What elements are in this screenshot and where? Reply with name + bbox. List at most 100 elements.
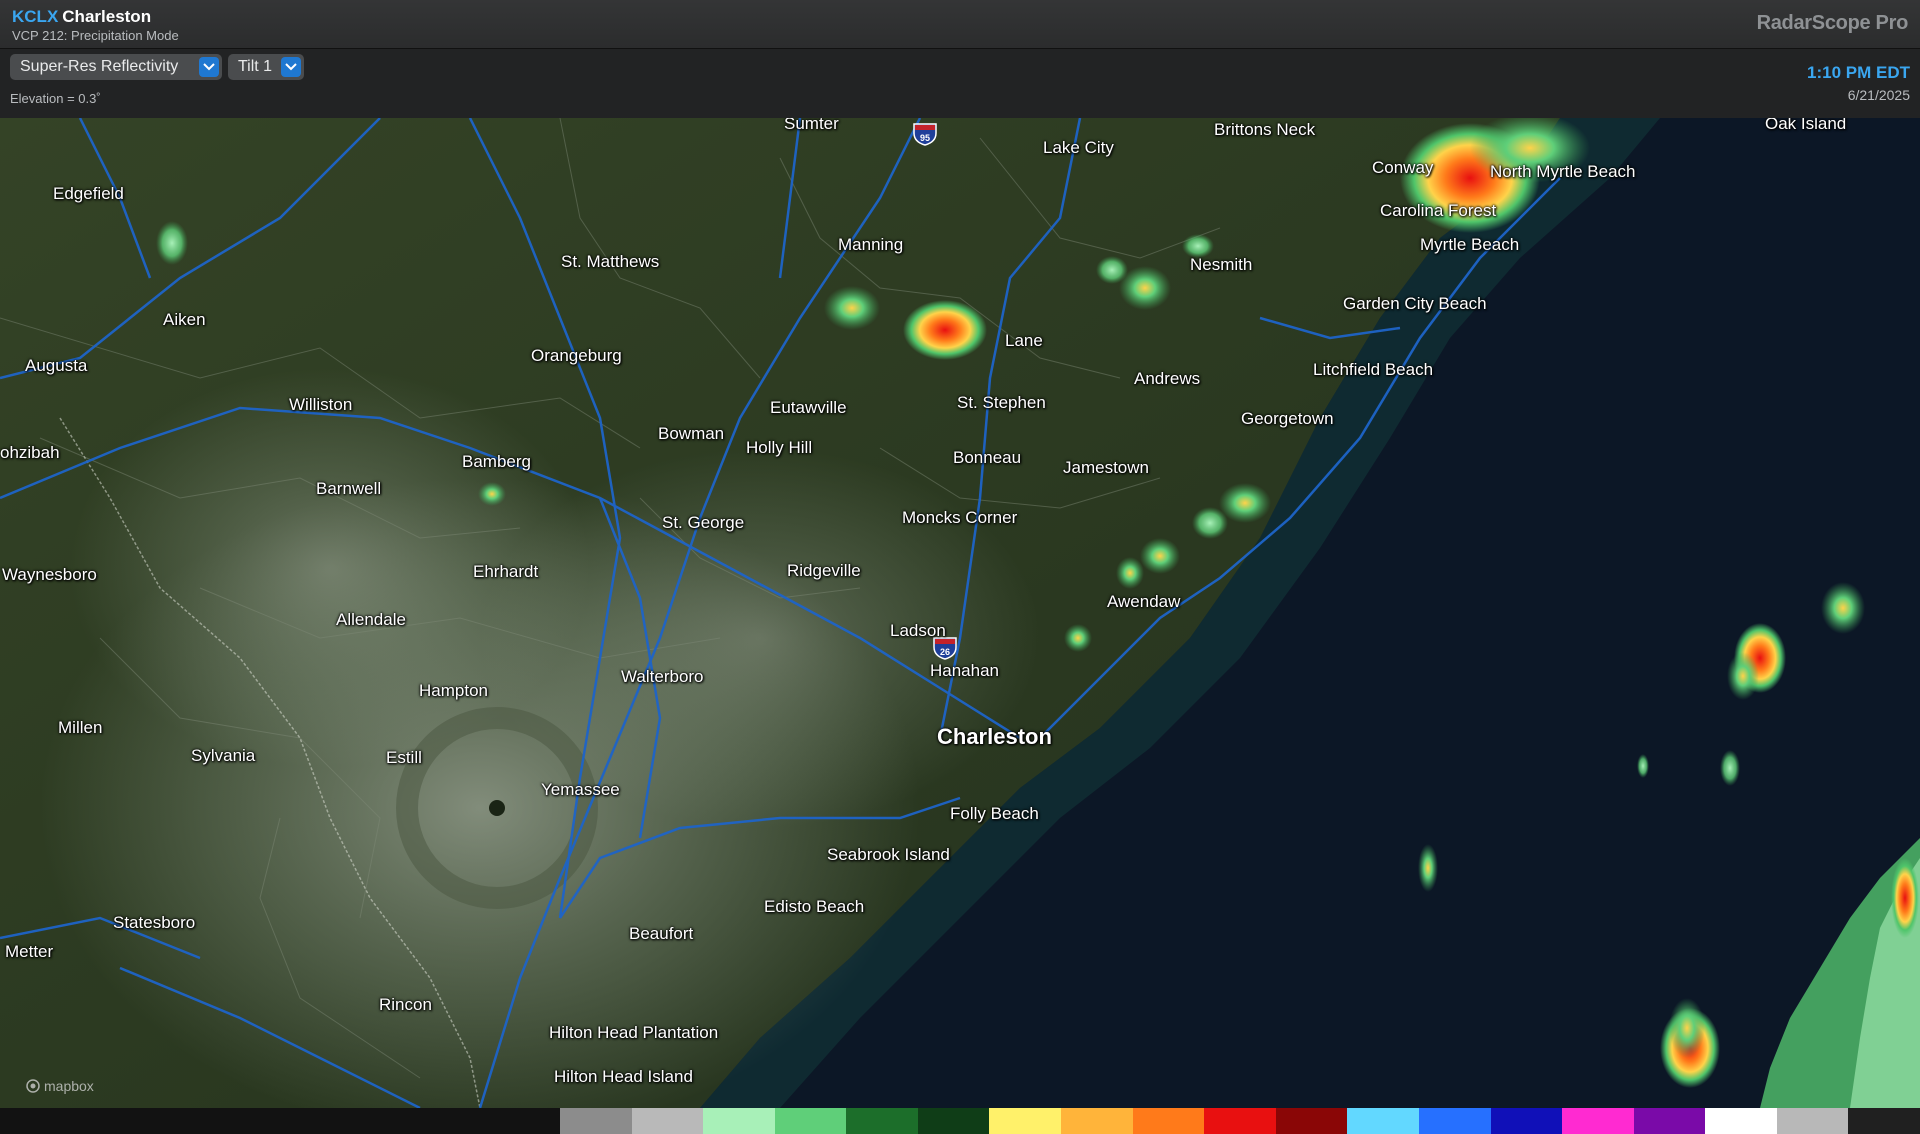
place-label-hanahan: Hanahan	[930, 661, 1000, 680]
vcp-mode: VCP 212: Precipitation Mode	[12, 28, 179, 43]
legend-swatch	[989, 1108, 1062, 1134]
toolbar: Super-Res Reflectivity Tilt 1 Elevation …	[0, 49, 1920, 118]
legend-swatch	[1490, 1108, 1563, 1134]
place-label-edisto-beach: Edisto Beach	[764, 897, 865, 916]
place-label-orangeburg: Orangeburg	[531, 346, 622, 365]
place-label-bonneau: Bonneau	[953, 448, 1022, 467]
legend-swatch	[1132, 1108, 1205, 1134]
mapbox-attribution[interactable]: mapbox	[26, 1078, 94, 1094]
interstate-shield-95: 95	[912, 122, 938, 146]
place-label-myrtle-beach: Myrtle Beach	[1420, 235, 1520, 254]
chevron-down-icon	[281, 57, 301, 77]
legend-blank	[0, 1108, 560, 1134]
place-label-estill: Estill	[386, 748, 422, 767]
tilt-dropdown[interactable]: Tilt 1	[228, 54, 304, 80]
station-selector[interactable]: KCLX Charleston	[12, 7, 151, 27]
place-label-lane: Lane	[1005, 331, 1043, 350]
place-label-edgefield: Edgefield	[53, 184, 124, 203]
tilt-label: Tilt 1	[238, 58, 273, 75]
place-label-litchfield-beach: Litchfield Beach	[1313, 360, 1434, 379]
scan-date: 6/21/2025	[1847, 87, 1910, 103]
place-label-folly-beach: Folly Beach	[950, 804, 1039, 823]
place-label-rincon: Rincon	[379, 995, 432, 1014]
place-label-brittons-neck: Brittons Neck	[1214, 120, 1316, 139]
place-label-eutawville: Eutawville	[770, 398, 847, 417]
place-label-seabrook-island: Seabrook Island	[827, 845, 950, 864]
legend-swatch	[1848, 1108, 1920, 1134]
radar-map[interactable]: 95 26 Sumter Lake City Brittons Neck Oak Is…	[0, 118, 1920, 1108]
place-label-garden-city-beach: Garden City Beach	[1343, 294, 1487, 313]
place-label-conway: Conway	[1372, 158, 1434, 177]
place-label-millen: Millen	[58, 718, 103, 737]
elevation-readout: Elevation = 0.3˚	[10, 91, 101, 106]
place-label-hilton-head-island: Hilton Head Island	[554, 1067, 693, 1086]
place-label-oak-island: Oak Island	[1765, 118, 1847, 133]
chevron-down-icon	[199, 57, 219, 77]
place-label-waynesboro: Waynesboro	[2, 565, 97, 584]
place-label-statesboro: Statesboro	[113, 913, 196, 932]
svg-text:95: 95	[920, 133, 930, 143]
place-label-aiken: Aiken	[163, 310, 206, 329]
legend-swatch	[631, 1108, 704, 1134]
place-label-beaufort: Beaufort	[629, 924, 694, 943]
place-label-ridgeville: Ridgeville	[787, 561, 861, 580]
place-label-hilton-head-plantation: Hilton Head Plantation	[549, 1023, 719, 1042]
mapbox-logo-icon	[26, 1079, 40, 1093]
place-label-lake-city: Lake City	[1043, 138, 1114, 157]
legend-swatch	[1204, 1108, 1276, 1134]
legend-swatch	[560, 1108, 632, 1134]
place-label-georgetown: Georgetown	[1241, 409, 1334, 428]
place-label-north-myrtle-beach: North Myrtle Beach	[1490, 162, 1636, 181]
legend-swatch	[1418, 1108, 1491, 1134]
place-label-jamestown: Jamestown	[1063, 458, 1149, 477]
product-dropdown[interactable]: Super-Res Reflectivity	[10, 54, 222, 80]
legend-swatch	[1705, 1108, 1777, 1134]
legend-swatch	[1347, 1108, 1419, 1134]
place-label-carolina-forest: Carolina Forest	[1380, 201, 1497, 220]
place-label-walterboro: Walterboro	[621, 667, 704, 686]
place-label-charleston: Charleston	[937, 724, 1052, 749]
legend-swatch	[846, 1108, 918, 1134]
legend-swatch	[1562, 1108, 1634, 1134]
place-label-barnwell: Barnwell	[316, 479, 382, 498]
mapbox-text: mapbox	[44, 1078, 94, 1094]
place-label-awendaw: Awendaw	[1107, 592, 1181, 611]
place-label-st-george: St. George	[662, 513, 745, 532]
place-label-metter: Metter	[5, 942, 54, 961]
place-label-williston: Williston	[289, 395, 353, 414]
place-label-bowman: Bowman	[658, 424, 725, 443]
place-label-hampton: Hampton	[419, 681, 488, 700]
title-bar: KCLX Charleston VCP 212: Precipitation Mo…	[0, 0, 1920, 49]
product-label: Super-Res Reflectivity	[20, 58, 179, 75]
place-label-ehrhardt: Ehrhardt	[473, 562, 539, 581]
app-logo: RadarScope Pro	[1756, 12, 1909, 34]
place-label-allendale: Allendale	[336, 610, 406, 629]
station-name: Charleston	[62, 7, 152, 26]
station-code: KCLX	[12, 7, 59, 26]
place-label-sumter: Sumter	[784, 118, 839, 133]
legend-swatch	[774, 1108, 847, 1134]
place-label-sylvania: Sylvania	[191, 746, 256, 765]
scan-time: 1:10 PM EDT	[1807, 63, 1910, 82]
map-base	[0, 118, 1920, 1108]
place-label-moncks-corner: Moncks Corner	[902, 508, 1018, 527]
legend-swatch	[1776, 1108, 1849, 1134]
color-legend	[0, 1108, 1920, 1134]
legend-swatch	[917, 1108, 990, 1134]
legend-swatch	[1633, 1108, 1706, 1134]
legend-swatch	[703, 1108, 775, 1134]
legend-swatch	[1061, 1108, 1133, 1134]
legend-scale	[560, 1108, 1920, 1134]
place-label-holly-hill: Holly Hill	[746, 438, 813, 457]
place-label-augusta: Augusta	[25, 356, 88, 375]
place-label-st-stephen: St. Stephen	[957, 393, 1046, 412]
legend-swatch	[1275, 1108, 1348, 1134]
svg-text:26: 26	[940, 647, 950, 657]
place-label-manning: Manning	[838, 235, 904, 254]
place-label-nesmith: Nesmith	[1190, 255, 1253, 274]
place-label-andrews: Andrews	[1134, 369, 1201, 388]
place-label-ladson: Ladson	[890, 621, 946, 640]
place-label-st-matthews: St. Matthews	[561, 252, 660, 271]
place-label-yemassee: Yemassee	[541, 780, 620, 799]
place-label-hephzibah: ohzibah	[0, 443, 60, 462]
